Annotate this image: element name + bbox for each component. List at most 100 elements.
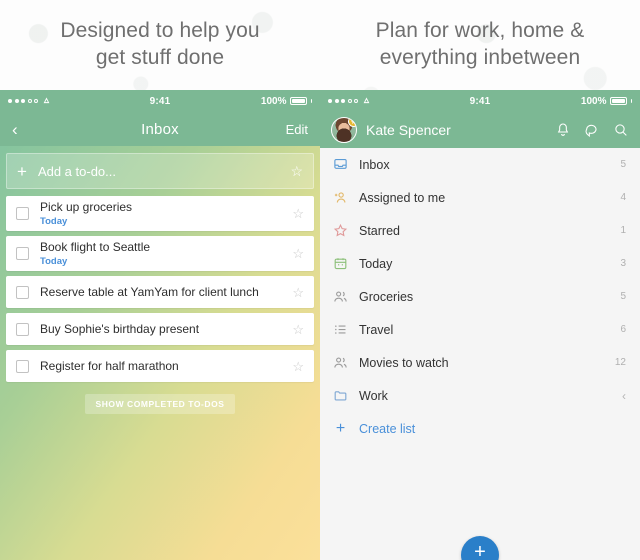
todo-content: Buy Sophie's birthday present: [40, 318, 292, 341]
battery-tip-icon: [310, 99, 312, 103]
sidebar-item-work[interactable]: Work ‹: [320, 379, 640, 412]
star-icon: [333, 223, 348, 238]
calendar-icon: [333, 256, 348, 271]
star-outline-icon[interactable]: ☆: [292, 207, 304, 220]
table-row[interactable]: Pick up groceries Today ☆: [6, 196, 314, 231]
battery-icon: [609, 97, 627, 105]
left-caption-line2: get stuff done: [95, 46, 225, 69]
star-outline-icon[interactable]: ☆: [290, 164, 303, 178]
left-battery-percent: 100%: [260, 95, 287, 107]
list-item-label: Movies to watch: [359, 355, 449, 370]
list-item-label: Inbox: [359, 157, 390, 172]
list-icon: [333, 322, 348, 337]
star-outline-icon[interactable]: ☆: [292, 360, 304, 373]
todo-list-area: + Add a to-do... ☆ Pick up groceries Tod…: [0, 146, 320, 560]
avatar[interactable]: ★: [331, 117, 357, 143]
todo-title: Register for half marathon: [40, 358, 179, 373]
todo-title: Buy Sophie's birthday present: [40, 321, 200, 336]
header-actions: [555, 122, 629, 138]
right-caption-line2: everything inbetween: [379, 46, 581, 69]
table-row[interactable]: Reserve table at YamYam for client lunch…: [6, 276, 314, 308]
battery-tip-icon: [630, 99, 632, 103]
add-todo-input[interactable]: Add a to-do...: [38, 164, 291, 179]
search-icon[interactable]: [613, 122, 629, 138]
list-item-label: Today: [359, 256, 393, 271]
star-outline-icon[interactable]: ☆: [292, 323, 304, 336]
table-row[interactable]: Buy Sophie's birthday present ☆: [6, 313, 314, 345]
right-navbar: ★ Kate Spencer: [320, 112, 640, 148]
left-status-bar: ▵ 9:41 100%: [0, 90, 320, 112]
todo-title: Book flight to Seattle: [40, 240, 151, 254]
folder-icon: [333, 388, 348, 403]
edit-button[interactable]: Edit: [286, 122, 308, 137]
right-panel: Plan for work, home & everything inbetwe…: [320, 0, 640, 560]
right-phone-screen: ▵ 9:41 100% ★ Kate Spencer Inbox 5 Assig…: [320, 90, 640, 560]
todo-checkbox[interactable]: [16, 285, 29, 299]
right-status-battery: 100%: [581, 96, 632, 107]
user-name: Kate Spencer: [366, 122, 451, 138]
right-status-bar: ▵ 9:41 100%: [320, 90, 640, 112]
list-item-label: Assigned to me: [359, 190, 446, 205]
sidebar-item-today[interactable]: Today 3: [320, 247, 640, 280]
list-item-count: 1: [620, 225, 626, 236]
show-completed-button[interactable]: SHOW COMPLETED TO-DOS: [84, 394, 236, 414]
star-badge-icon: ★: [348, 118, 356, 127]
right-battery-percent: 100%: [580, 95, 607, 107]
table-row[interactable]: Book flight to Seattle Today ☆: [6, 236, 314, 271]
sidebar-item-movies-to-watch[interactable]: Movies to watch 12: [320, 346, 640, 379]
list-item-label: Groceries: [359, 289, 414, 304]
todo-due-date: Today: [40, 256, 68, 267]
plus-icon: +: [17, 161, 27, 181]
add-todo-row[interactable]: + Add a to-do... ☆: [6, 153, 314, 189]
todo-title: Pick up groceries: [40, 200, 133, 214]
right-caption: Plan for work, home & everything inbetwe…: [320, 0, 640, 90]
people-icon: [333, 289, 348, 304]
list-item-count: 5: [620, 291, 626, 302]
create-list-button[interactable]: + Create list: [320, 412, 640, 445]
add-floating-action-button[interactable]: +: [461, 536, 499, 560]
chevron-left-icon[interactable]: ‹: [622, 389, 626, 403]
todo-checkbox[interactable]: [16, 359, 29, 373]
plus-icon: +: [335, 419, 346, 437]
person-add-icon: [333, 190, 348, 205]
todo-content: Reserve table at YamYam for client lunch: [40, 281, 292, 304]
left-panel: Designed to help you get stuff done ▵ 9:…: [0, 0, 320, 560]
left-caption: Designed to help you get stuff done: [0, 0, 320, 90]
create-list-label: Create list: [359, 421, 416, 436]
chat-bubble-icon[interactable]: [584, 122, 600, 138]
left-caption-line1: Designed to help you: [60, 19, 260, 43]
sidebar-item-travel[interactable]: Travel 6: [320, 313, 640, 346]
todo-content: Pick up groceries Today: [40, 196, 292, 231]
todo-checkbox[interactable]: [16, 247, 29, 260]
sidebar-item-assigned-to-me[interactable]: Assigned to me 4: [320, 181, 640, 214]
inbox-icon: [333, 157, 348, 172]
plus-icon: +: [474, 541, 486, 560]
left-phone-screen: ▵ 9:41 100% ‹ Inbox Edit + Add a to-do..…: [0, 90, 320, 560]
sidebar-item-groceries[interactable]: Groceries 5: [320, 280, 640, 313]
show-completed-wrap: SHOW COMPLETED TO-DOS: [6, 394, 314, 414]
todo-content: Register for half marathon: [40, 355, 292, 378]
star-outline-icon[interactable]: ☆: [292, 286, 304, 299]
todo-content: Book flight to Seattle Today: [40, 236, 292, 271]
bell-icon[interactable]: [555, 122, 571, 138]
todo-due-date: Today: [40, 216, 68, 227]
todo-checkbox[interactable]: [16, 207, 29, 220]
list-item-count: 5: [620, 159, 626, 170]
todo-title: Reserve table at YamYam for client lunch: [40, 284, 259, 299]
list-item-count: 6: [620, 324, 626, 335]
sidebar-item-inbox[interactable]: Inbox 5: [320, 148, 640, 181]
people-icon: [333, 355, 348, 370]
table-row[interactable]: Register for half marathon ☆: [6, 350, 314, 382]
screenshot-root: Designed to help you get stuff done ▵ 9:…: [0, 0, 640, 560]
lists-area: Inbox 5 Assigned to me 4 Starred 1 Today…: [320, 148, 640, 560]
list-item-label: Travel: [359, 322, 394, 337]
left-navbar: ‹ Inbox Edit: [0, 112, 320, 146]
star-outline-icon[interactable]: ☆: [292, 247, 304, 260]
right-caption-line1: Plan for work, home &: [375, 19, 585, 43]
todo-checkbox[interactable]: [16, 322, 29, 336]
list-item-count: 12: [614, 357, 626, 368]
sidebar-item-starred[interactable]: Starred 1: [320, 214, 640, 247]
list-item-label: Work: [359, 388, 388, 403]
left-status-battery: 100%: [261, 96, 312, 107]
battery-icon: [289, 97, 307, 105]
